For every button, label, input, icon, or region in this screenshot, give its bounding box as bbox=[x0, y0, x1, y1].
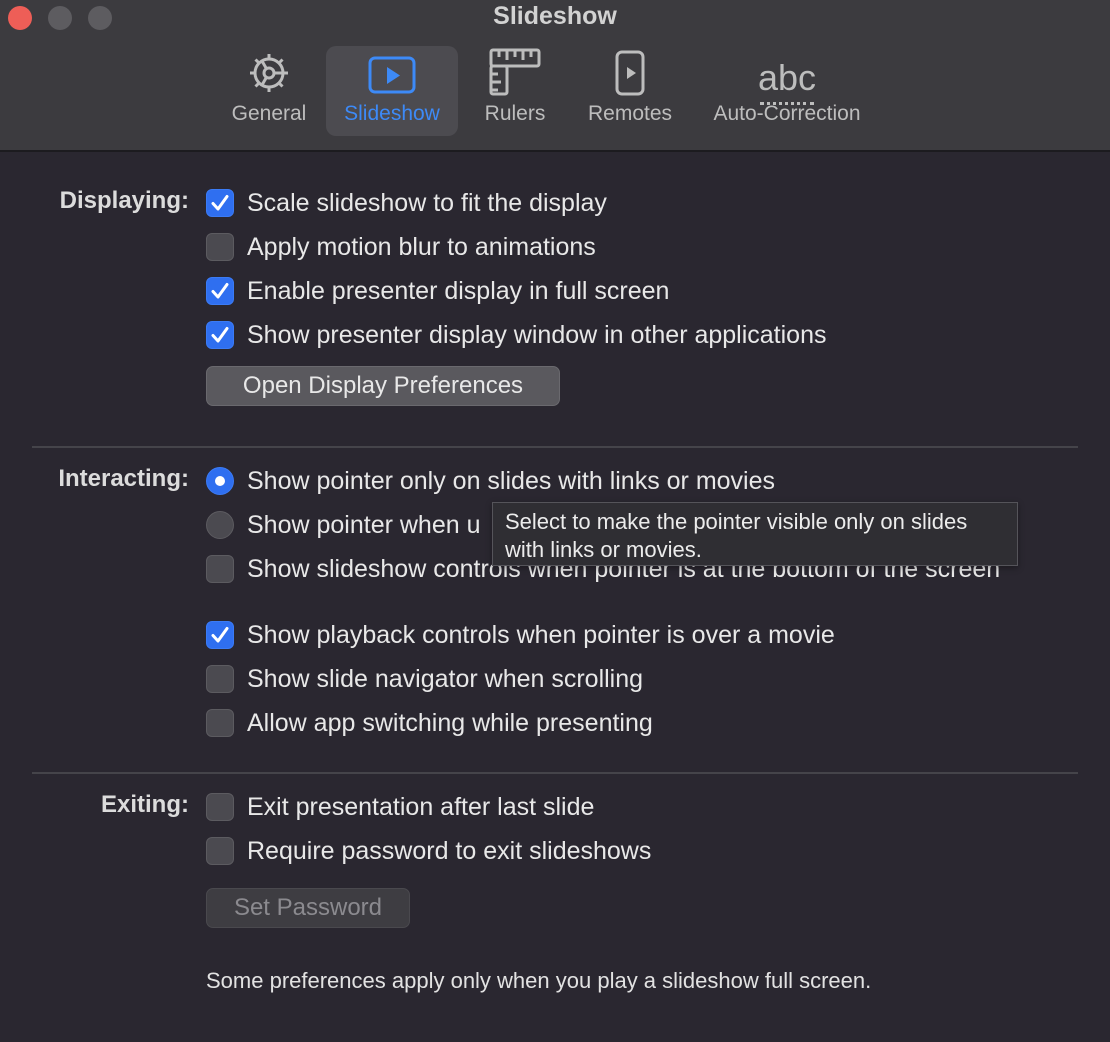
presenter-window-other-apps-checkbox-row[interactable]: Show presenter display window in other a… bbox=[206, 319, 827, 351]
pointer-links-movies-radio[interactable] bbox=[206, 467, 234, 495]
play-icon bbox=[368, 46, 416, 96]
presenter-display-fullscreen-label: Enable presenter display in full screen bbox=[247, 276, 670, 305]
app-switching-checkbox[interactable] bbox=[206, 709, 234, 737]
scale-slideshow-checkbox[interactable] bbox=[206, 189, 234, 217]
set-password-button[interactable]: Set Password bbox=[206, 888, 410, 928]
playback-controls-label: Show playback controls when pointer is o… bbox=[247, 620, 835, 649]
exiting-label: Exiting: bbox=[101, 791, 189, 818]
ruler-icon bbox=[489, 46, 541, 96]
exit-after-last-slide-checkbox[interactable] bbox=[206, 793, 234, 821]
pointer-when-moving-radio[interactable] bbox=[206, 511, 234, 539]
motion-blur-checkbox[interactable] bbox=[206, 233, 234, 261]
tooltip: Select to make the pointer visible only … bbox=[492, 502, 1018, 566]
scale-slideshow-checkbox-row[interactable]: Scale slideshow to fit the display bbox=[206, 187, 607, 219]
presenter-window-other-apps-checkbox[interactable] bbox=[206, 321, 234, 349]
window-title: Slideshow bbox=[493, 2, 617, 30]
slideshow-controls-checkbox[interactable] bbox=[206, 555, 234, 583]
motion-blur-checkbox-row[interactable]: Apply motion blur to animations bbox=[206, 231, 596, 263]
tab-general-label: General bbox=[231, 102, 307, 125]
tab-rulers-label: Rulers bbox=[484, 102, 546, 125]
tab-remotes[interactable]: Remotes bbox=[580, 46, 680, 136]
require-password-checkbox-row[interactable]: Require password to exit slideshows bbox=[206, 835, 651, 867]
open-display-preferences-button[interactable]: Open Display Preferences bbox=[206, 366, 560, 406]
pointer-when-moving-radio-row[interactable]: Show pointer when u bbox=[206, 509, 480, 541]
pointer-when-moving-label: Show pointer when u bbox=[247, 510, 481, 539]
section-divider bbox=[32, 446, 1078, 448]
slide-navigator-label: Show slide navigator when scrolling bbox=[247, 664, 644, 693]
footnote: Some preferences apply only when you pla… bbox=[206, 968, 872, 993]
gear-icon bbox=[246, 46, 292, 96]
presenter-window-other-apps-label: Show presenter display window in other a… bbox=[247, 320, 827, 349]
slide-navigator-checkbox-row[interactable]: Show slide navigator when scrolling bbox=[206, 663, 643, 695]
tab-remotes-label: Remotes bbox=[587, 102, 673, 125]
tab-slideshow-label: Slideshow bbox=[344, 102, 440, 125]
interacting-label: Interacting: bbox=[58, 465, 189, 492]
displaying-label: Displaying: bbox=[59, 187, 189, 214]
pointer-links-movies-radio-row[interactable]: Show pointer only on slides with links o… bbox=[206, 465, 775, 497]
pointer-links-movies-label: Show pointer only on slides with links o… bbox=[247, 466, 776, 495]
require-password-label: Require password to exit slideshows bbox=[247, 836, 652, 865]
tab-auto-correction[interactable]: abc Auto-Correction bbox=[700, 46, 874, 136]
playback-controls-checkbox-row[interactable]: Show playback controls when pointer is o… bbox=[206, 619, 835, 651]
section-divider bbox=[32, 772, 1078, 774]
slide-navigator-checkbox[interactable] bbox=[206, 665, 234, 693]
tab-general[interactable]: General bbox=[226, 46, 312, 136]
exit-after-last-slide-label: Exit presentation after last slide bbox=[247, 792, 595, 821]
motion-blur-label: Apply motion blur to animations bbox=[247, 232, 596, 261]
app-switching-label: Allow app switching while presenting bbox=[247, 708, 653, 737]
abc-icon: abc bbox=[757, 46, 817, 105]
playback-controls-checkbox[interactable] bbox=[206, 621, 234, 649]
phone-icon bbox=[615, 46, 645, 96]
exit-after-last-slide-checkbox-row[interactable]: Exit presentation after last slide bbox=[206, 791, 594, 823]
require-password-checkbox[interactable] bbox=[206, 837, 234, 865]
presenter-display-fullscreen-checkbox[interactable] bbox=[206, 277, 234, 305]
toolbar: Slideshow General Slideshow Rulers Remot… bbox=[0, 0, 1110, 152]
scale-slideshow-label: Scale slideshow to fit the display bbox=[247, 188, 607, 217]
presenter-display-fullscreen-checkbox-row[interactable]: Enable presenter display in full screen bbox=[206, 275, 669, 307]
abc-icon-text: abc bbox=[757, 57, 817, 98]
tab-rulers[interactable]: Rulers bbox=[472, 46, 558, 136]
app-switching-checkbox-row[interactable]: Allow app switching while presenting bbox=[206, 707, 653, 739]
tab-auto-correction-label: Auto-Correction bbox=[713, 102, 861, 125]
tab-slideshow[interactable]: Slideshow bbox=[326, 46, 458, 136]
